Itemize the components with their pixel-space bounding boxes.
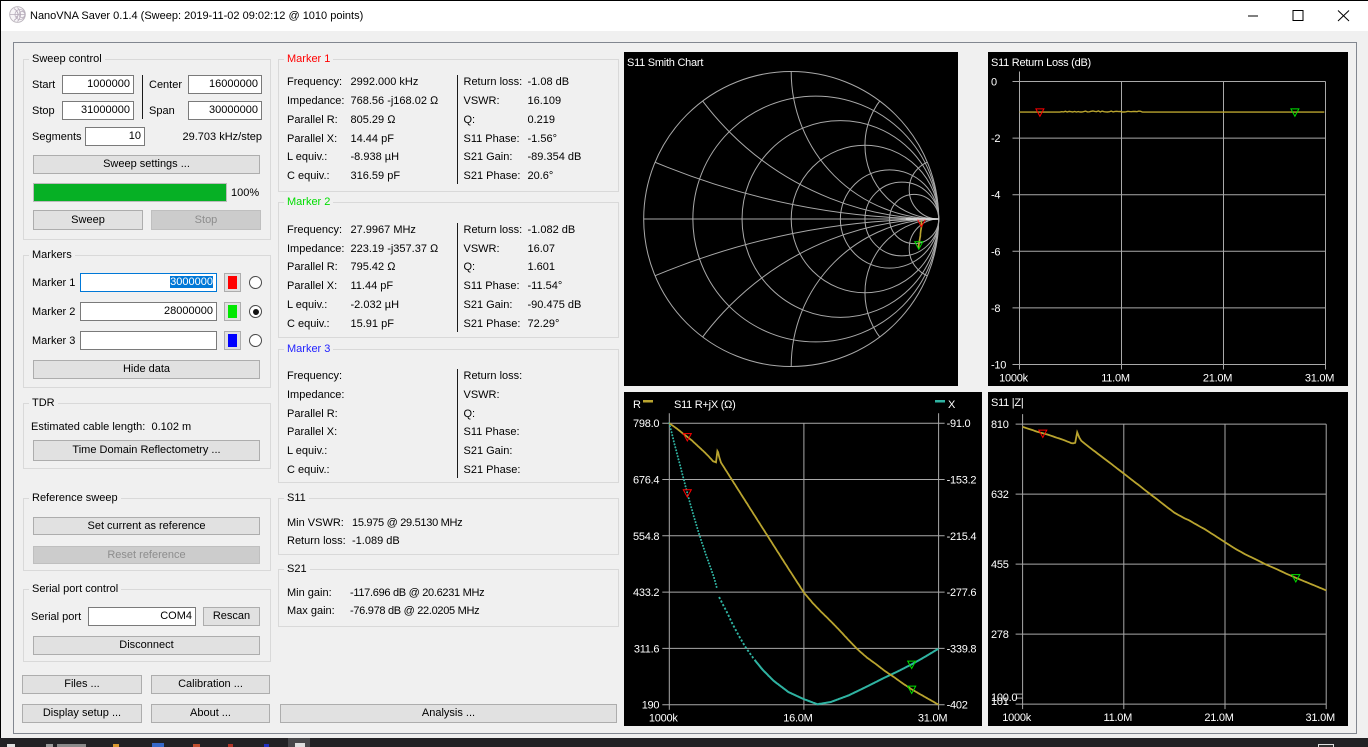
svg-text:1000k: 1000k [1002, 712, 1031, 724]
svg-text:-215.4: -215.4 [946, 530, 976, 542]
svg-text:433.2: 433.2 [633, 587, 659, 599]
svg-text:11.0M: 11.0M [1104, 712, 1133, 724]
svg-text:-10: -10 [991, 360, 1006, 372]
svg-text:632: 632 [991, 489, 1009, 501]
svg-text:-339.8: -339.8 [946, 643, 976, 655]
svg-text:31.0M: 31.0M [1306, 712, 1335, 724]
svg-text:S11 R+jX (Ω): S11 R+jX (Ω) [674, 399, 736, 411]
svg-text:311.6: 311.6 [633, 643, 659, 655]
svg-text:810: 810 [991, 419, 1009, 431]
svg-text:1000k: 1000k [999, 373, 1028, 385]
svg-text:S11 |Z|: S11 |Z| [991, 397, 1024, 409]
svg-text:21.0M: 21.0M [1204, 712, 1233, 724]
svg-text:-8: -8 [991, 303, 1000, 315]
svg-text:-153.2: -153.2 [946, 474, 976, 486]
svg-text:X: X [948, 399, 956, 411]
svg-text:16.0M: 16.0M [783, 712, 812, 724]
svg-text:11.0M: 11.0M [1101, 373, 1130, 385]
svg-text:21.0M: 21.0M [1203, 373, 1232, 385]
svg-text:-277.6: -277.6 [946, 587, 976, 599]
svg-text:278: 278 [991, 629, 1009, 641]
svg-text:31.0M: 31.0M [917, 712, 946, 724]
svg-text:31.0M: 31.0M [1305, 373, 1334, 385]
svg-text:455: 455 [991, 559, 1009, 571]
svg-text:-4: -4 [991, 190, 1000, 202]
svg-text:676.4: 676.4 [633, 474, 659, 486]
svg-text:-91.0: -91.0 [946, 418, 970, 430]
svg-text:100.0: 100.0 [991, 692, 1017, 704]
svg-text:798.0: 798.0 [633, 418, 659, 430]
svg-text:1000k: 1000k [648, 712, 677, 724]
svg-text:190: 190 [641, 699, 659, 711]
svg-text:-2: -2 [991, 133, 1000, 145]
svg-text:-402: -402 [946, 699, 967, 711]
svg-text:554.8: 554.8 [633, 530, 659, 542]
svg-text:R: R [633, 399, 641, 411]
svg-text:0: 0 [991, 77, 997, 89]
svg-text:-6: -6 [991, 246, 1000, 258]
svg-text:S11 Smith Chart: S11 Smith Chart [627, 57, 703, 69]
svg-text:S11 Return Loss (dB): S11 Return Loss (dB) [991, 57, 1091, 69]
